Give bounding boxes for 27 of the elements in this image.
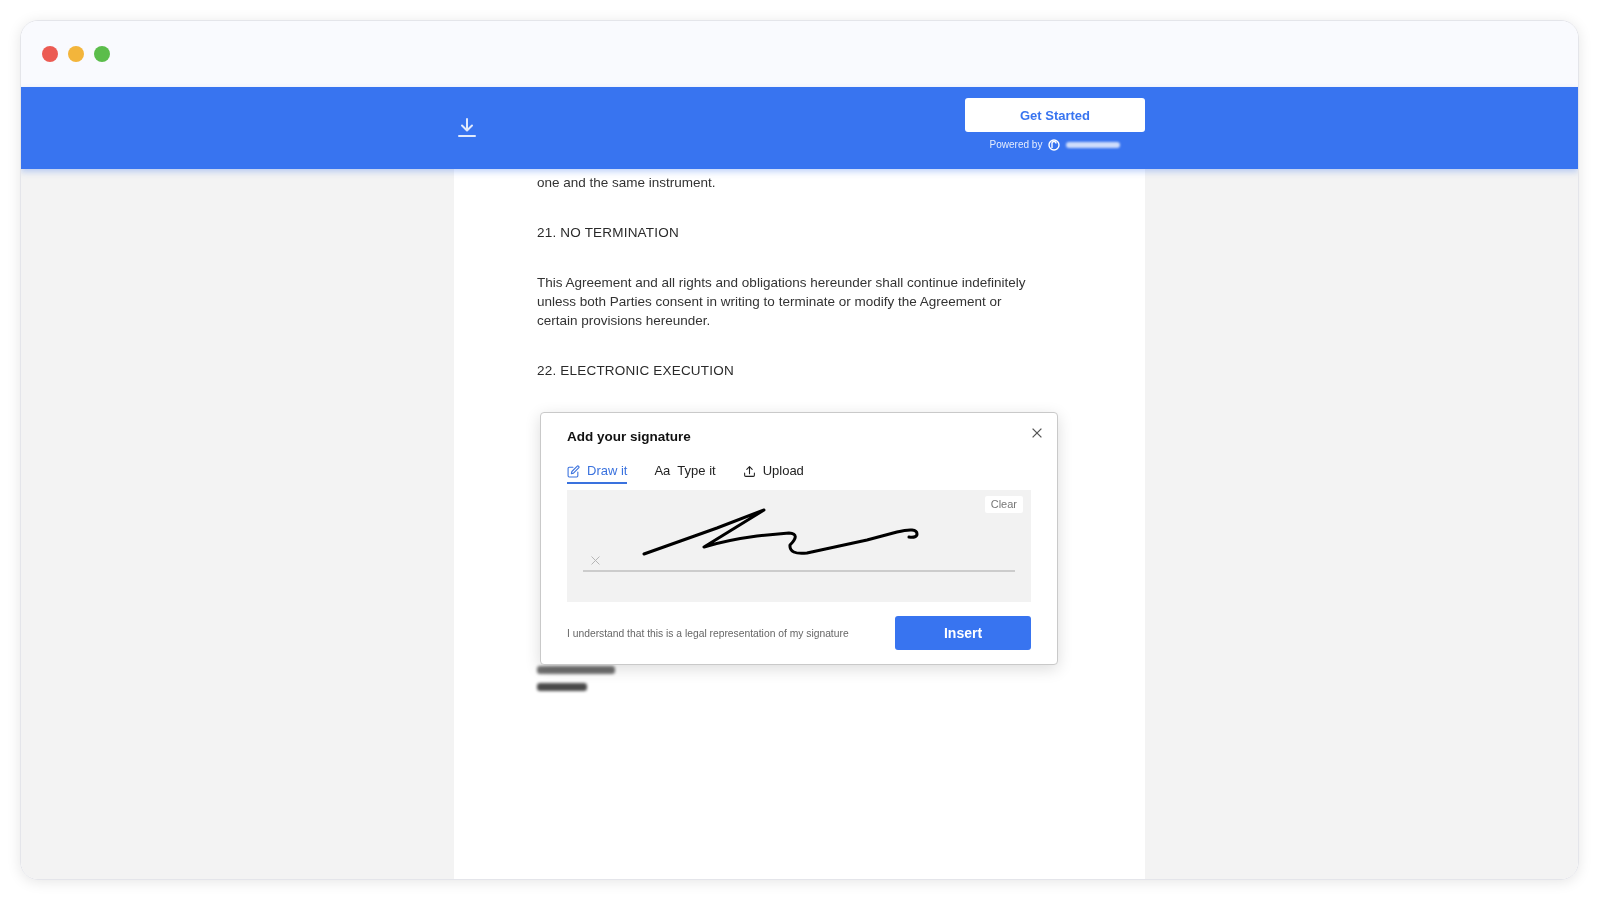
blurred-brand-name bbox=[1066, 141, 1121, 148]
window-minimize-button[interactable] bbox=[68, 46, 84, 62]
edit-icon bbox=[567, 464, 580, 478]
disclaimer-text: I understand that this is a legal representation of my signature bbox=[567, 626, 849, 640]
dialog-title: Add your signature bbox=[567, 428, 691, 446]
tab[interactable]: Aa Type it bbox=[654, 463, 716, 484]
section-heading: 21. NO TERMINATION bbox=[537, 224, 680, 242]
blurred-text bbox=[537, 683, 587, 691]
text-style-icon: Aa bbox=[654, 463, 671, 479]
signature-pad[interactable]: Clear bbox=[567, 490, 1031, 602]
download-icon bbox=[458, 118, 476, 138]
clear-button[interactable]: Clear bbox=[984, 496, 1023, 513]
close-button[interactable] bbox=[1032, 428, 1042, 438]
document-text: This Agreement and all rights and obligations hereunder shall continue indefinitely unless both Parties consent in writing to terminate or modify the Agreement or certain provisions hereunder. bbox=[537, 274, 1027, 330]
get-started-button[interactable]: Get Started bbox=[965, 98, 1145, 132]
window-zoom-button[interactable] bbox=[94, 46, 110, 62]
document-text: one and the same instrument. bbox=[537, 174, 717, 192]
cross-mark-icon bbox=[591, 556, 600, 565]
tab[interactable]: Draw it bbox=[567, 463, 628, 484]
window-close-button[interactable] bbox=[42, 46, 58, 62]
tab[interactable]: Upload bbox=[742, 463, 804, 484]
close-icon bbox=[1032, 428, 1042, 438]
upload-icon bbox=[742, 464, 756, 478]
powered-by-text: Powered by bbox=[989, 138, 1043, 151]
logo-icon bbox=[1048, 138, 1061, 151]
insert-button[interactable]: Insert bbox=[895, 616, 1031, 650]
section-heading: 22. ELECTRONIC EXECUTION bbox=[537, 362, 735, 380]
